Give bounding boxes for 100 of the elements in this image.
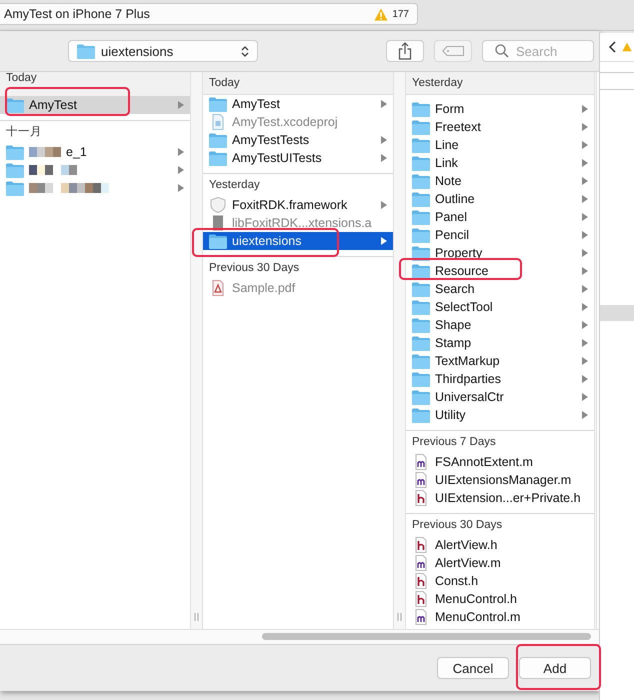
- file-row[interactable]: Note: [406, 172, 594, 190]
- folder-icon: [6, 98, 24, 112]
- resize-handle-icon[interactable]: [397, 613, 402, 621]
- file-name: e_1: [66, 145, 87, 159]
- disclosure-icon: [582, 285, 588, 293]
- file-row[interactable]: AmyTest: [203, 95, 393, 113]
- warning-icon: [374, 8, 388, 20]
- disclosure-icon: [582, 123, 588, 131]
- folder-icon: [412, 408, 430, 422]
- file-row[interactable]: Search: [406, 280, 594, 298]
- file-name: Sample.pdf: [232, 281, 296, 295]
- file-row[interactable]: uiextensions: [203, 232, 393, 250]
- file-row[interactable]: Stamp: [406, 334, 594, 352]
- file-name: FoxitRDK.framework: [232, 198, 348, 212]
- section-heading: Today: [209, 77, 240, 89]
- path-popup[interactable]: uiextensions: [68, 40, 258, 62]
- section-heading: Previous 7 Days: [412, 436, 496, 448]
- disclosure-icon: [582, 267, 588, 275]
- file-row[interactable]: Outline: [406, 190, 594, 208]
- folder-icon: [412, 282, 430, 296]
- disclosure-icon: [582, 231, 588, 239]
- file-row[interactable]: TextMarkup: [406, 352, 594, 370]
- folder-icon: [412, 138, 430, 152]
- folder-icon: [412, 120, 430, 134]
- file-row[interactable]: FSAnnotExtent.m: [406, 453, 594, 471]
- file-name: AmyTestTests: [232, 133, 310, 147]
- folder-icon: [412, 174, 430, 188]
- file-row[interactable]: AmyTest: [0, 96, 190, 114]
- disclosure-icon: [582, 393, 588, 401]
- add-button[interactable]: Add: [519, 657, 591, 679]
- folder-icon: [209, 234, 227, 248]
- file-row[interactable]: Panel: [406, 208, 594, 226]
- section-heading: Yesterday: [209, 179, 260, 191]
- file-name: AmyTest.xcodeproj: [232, 115, 338, 129]
- folder-icon: [412, 210, 430, 224]
- file-row[interactable]: Form: [406, 100, 594, 118]
- file-row[interactable]: Utility: [406, 406, 594, 424]
- folder-icon: [412, 390, 430, 404]
- disclosure-icon: [178, 148, 184, 156]
- file-row[interactable]: Const.h: [406, 572, 594, 590]
- share-button[interactable]: [386, 40, 424, 62]
- file-name: Const.h: [435, 574, 478, 588]
- file-row[interactable]: Property: [406, 244, 594, 262]
- folder-icon: [412, 192, 430, 206]
- file-row[interactable]: UniversalCtr: [406, 388, 594, 406]
- file-row[interactable]: AmyTest.xcodeproj: [203, 113, 393, 131]
- file-row[interactable]: AmyTestUITests: [203, 149, 393, 167]
- disclosure-icon: [582, 249, 588, 257]
- file-row[interactable]: SelectTool: [406, 298, 594, 316]
- folder-icon: [209, 150, 227, 166]
- disclosure-icon: [178, 101, 184, 109]
- file-row[interactable]: Pencil: [406, 226, 594, 244]
- folder-icon: [412, 318, 430, 332]
- file-name: Panel: [435, 210, 467, 224]
- file-row[interactable]: Thirdparties: [406, 370, 594, 388]
- file-row[interactable]: e_1: [0, 143, 190, 161]
- file-name: Search: [435, 282, 475, 296]
- blurred-name: [29, 147, 61, 157]
- cancel-button[interactable]: Cancel: [437, 657, 509, 679]
- file-row[interactable]: Freetext: [406, 118, 594, 136]
- file-name: Outline: [435, 192, 475, 206]
- section-heading: Today: [6, 72, 37, 84]
- file-row[interactable]: Line: [406, 136, 594, 154]
- tag-icon: [442, 46, 464, 56]
- blurred-name: [29, 165, 77, 175]
- file-row[interactable]: libFoxitRDK...xtensions.a: [203, 214, 393, 232]
- folder-icon: [412, 372, 430, 386]
- scrollbar-thumb[interactable]: [262, 633, 591, 640]
- file-row[interactable]: Sample.pdf: [203, 279, 393, 297]
- file-row[interactable]: Link: [406, 154, 594, 172]
- shield-icon: [209, 197, 227, 213]
- file-row[interactable]: MenuControl.h: [406, 590, 594, 608]
- file-row[interactable]: Shape: [406, 316, 594, 334]
- file-row[interactable]: AlertView.m: [406, 554, 594, 572]
- file-row[interactable]: AlertView.h: [406, 536, 594, 554]
- editor-highlight: [600, 305, 634, 321]
- file-row[interactable]: UIExtension...er+Private.h: [406, 489, 594, 507]
- file-row[interactable]: UIExtensionsManager.m: [406, 471, 594, 489]
- file-row[interactable]: MenuControl.m: [406, 608, 594, 626]
- file-name: AmyTestUITests: [232, 151, 322, 165]
- file-name: AmyTest: [232, 97, 280, 111]
- stepper-icon: [241, 44, 249, 58]
- file-name: Resource: [435, 264, 488, 278]
- disclosure-icon: [582, 141, 588, 149]
- disclosure-icon: [582, 195, 588, 203]
- file-name: uiextensions: [232, 234, 302, 248]
- back-icon[interactable]: [608, 41, 616, 53]
- resize-handle-icon[interactable]: [194, 613, 199, 621]
- file-name: SelectTool: [435, 300, 493, 314]
- file-name: AmyTest: [29, 98, 77, 112]
- file-name: Pencil: [435, 228, 470, 242]
- file-row[interactable]: FoxitRDK.framework: [203, 196, 393, 214]
- search-field[interactable]: Search: [482, 40, 594, 62]
- disclosure-icon: [582, 339, 588, 347]
- search-icon: [495, 44, 509, 58]
- folder-icon: [412, 102, 430, 116]
- folder-icon: [412, 264, 430, 278]
- file-row[interactable]: AmyTestTests: [203, 131, 393, 149]
- warning-icon: [622, 41, 632, 53]
- disclosure-icon: [381, 154, 387, 162]
